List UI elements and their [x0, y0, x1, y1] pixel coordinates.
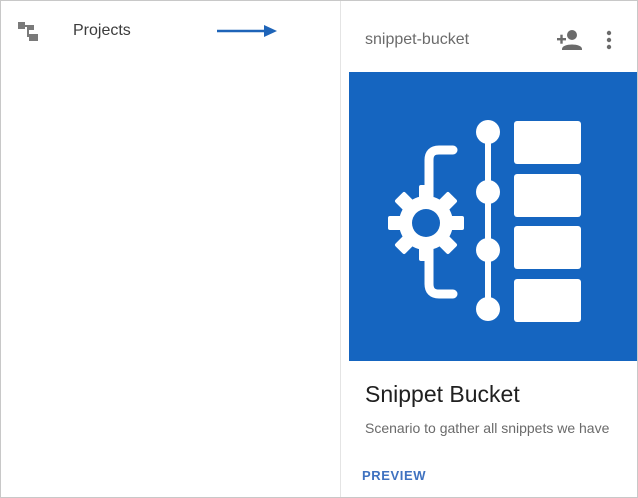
card-description: Scenario to gather all snippets we have [365, 420, 610, 436]
tree-structure-icon [18, 22, 38, 41]
card-title: Snippet Bucket [365, 381, 520, 407]
projects-nav-item[interactable]: Projects [1, 1, 340, 61]
card-header-title: snippet-bucket [365, 31, 470, 48]
card-header: snippet-bucket [341, 1, 637, 71]
projects-panel: Projects [1, 1, 341, 497]
more-vert-icon[interactable] [601, 29, 617, 51]
app-frame: Projects snippet-bucket Snippet Bucket S… [0, 0, 638, 498]
add-person-icon[interactable] [557, 29, 583, 51]
project-card[interactable]: snippet-bucket Snippet Bucket Scenario t… [341, 1, 637, 497]
preview-button[interactable]: PREVIEW [362, 468, 426, 484]
projects-label: Projects [73, 22, 131, 39]
card-image [349, 72, 637, 361]
pointer-arrow-icon [217, 25, 277, 37]
